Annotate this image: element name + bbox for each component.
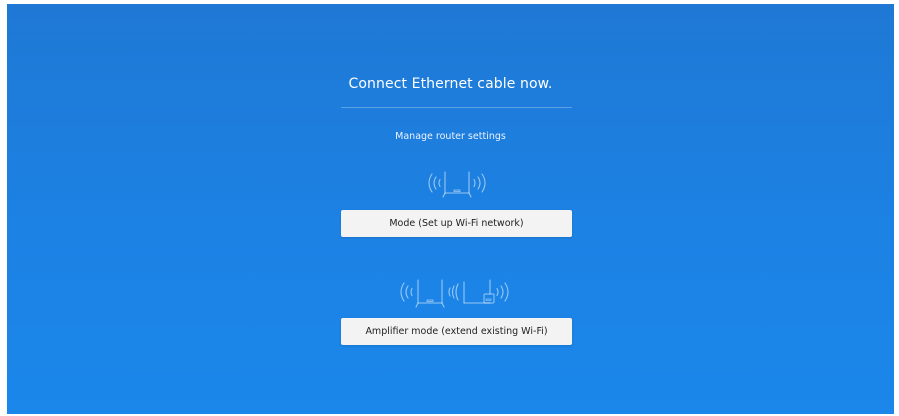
section-subtitle: Manage router settings	[395, 131, 506, 142]
router-wifi-icon	[421, 166, 493, 200]
page-title: Connect Ethernet cable now.	[348, 76, 553, 92]
router-repeater-icon	[394, 274, 520, 310]
divider	[341, 107, 572, 108]
router-mode-button[interactable]: Mode (Set up Wi-Fi network)	[341, 210, 572, 237]
setup-screen: Connect Ethernet cable now. Manage route…	[7, 4, 894, 414]
amplifier-mode-button[interactable]: Amplifier mode (extend existing Wi-Fi)	[341, 318, 572, 345]
